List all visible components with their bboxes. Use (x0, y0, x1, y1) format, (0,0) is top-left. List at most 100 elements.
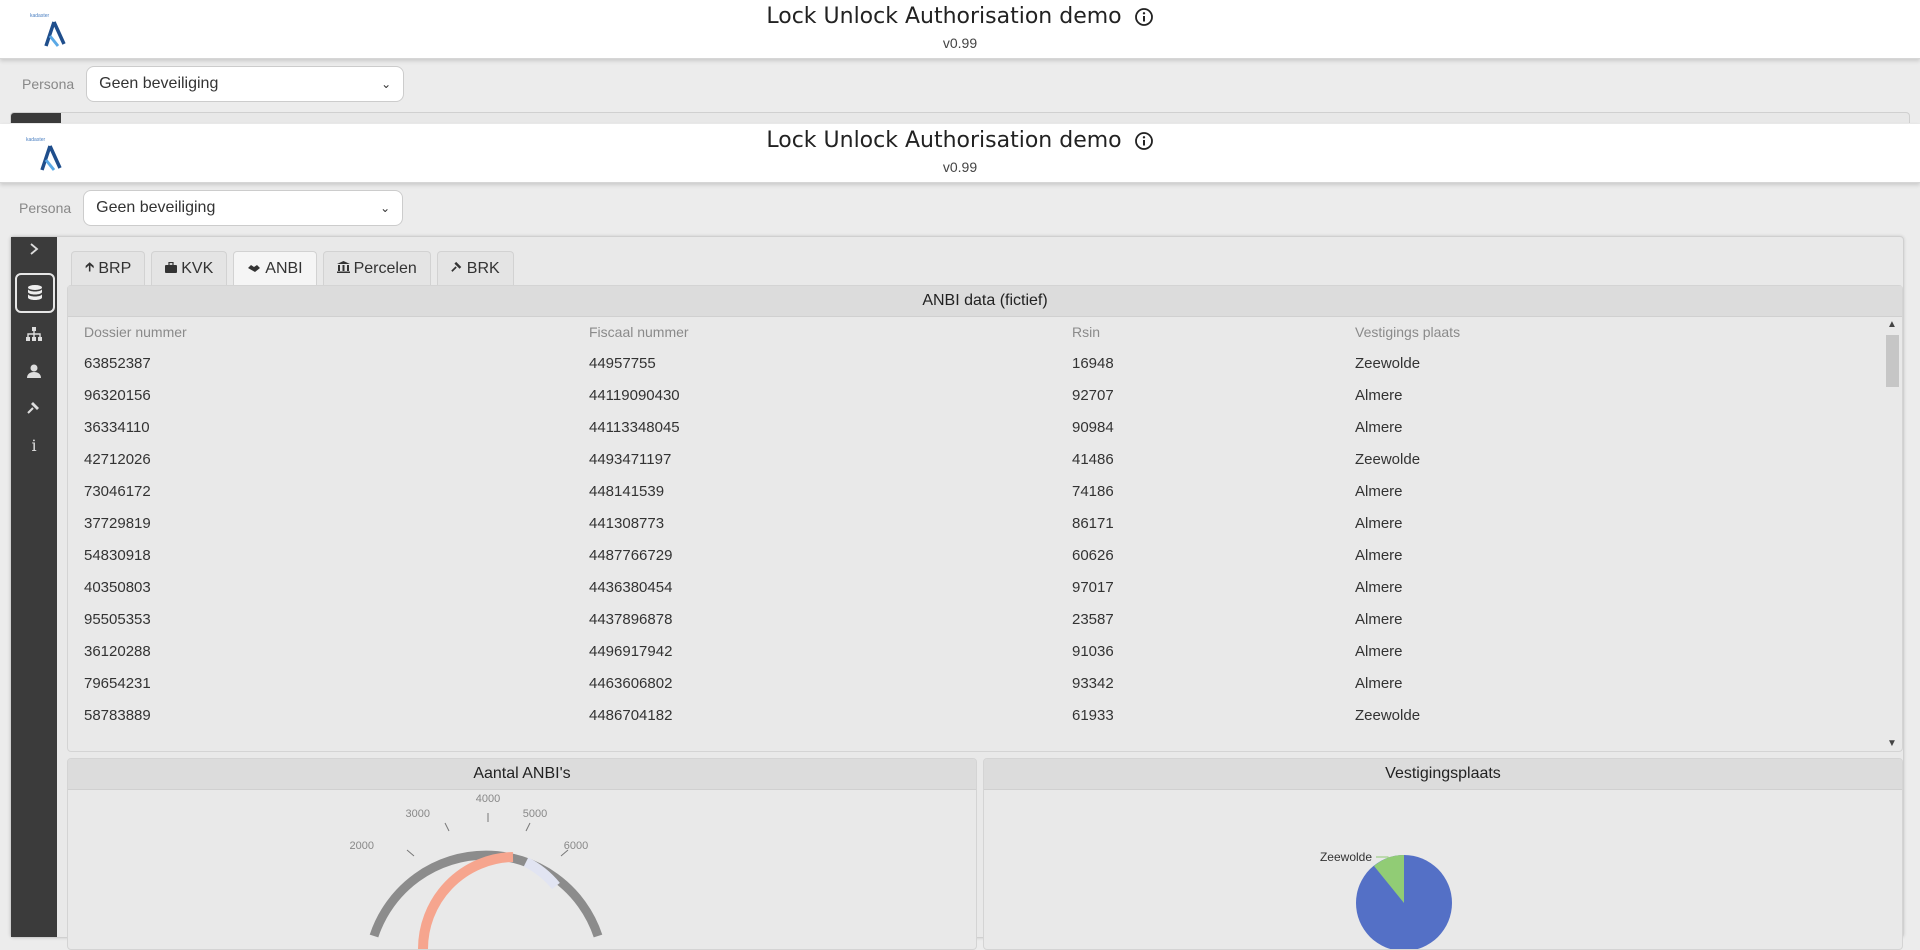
vestigingsplaats-title: Vestigingsplaats (984, 759, 1902, 790)
table-row[interactable]: 96320156 44119090430 92707 Almere (68, 379, 1884, 411)
tab-brk[interactable]: BRK (436, 251, 514, 285)
table-row[interactable]: 95505353 4437896878 23587 Almere (68, 603, 1884, 635)
background-app: kadaster Lock Unlock Authorisation demo … (0, 0, 1920, 123)
database-icon (28, 285, 42, 300)
table-cell: Almere (1355, 386, 1403, 404)
table-cell: 63852387 (84, 354, 151, 372)
table-cell: 448141539 (589, 482, 665, 500)
tab-brp[interactable]: 🡱 BRP (71, 251, 146, 285)
gauge-tick-label: 2000 (350, 840, 374, 852)
info-icon[interactable] (1134, 131, 1154, 151)
svg-text:kadaster: kadaster (26, 137, 46, 143)
gauge-arc (369, 850, 603, 938)
table-cell: 44957755 (589, 354, 656, 372)
table-cell: 16948 (1072, 354, 1114, 372)
table-cell: Almere (1355, 418, 1403, 436)
table-cell: 79654231 (84, 674, 151, 692)
table-cell: 60626 (1072, 546, 1114, 564)
tab-label: BRK (466, 259, 500, 277)
scrollbar-thumb[interactable] (1886, 335, 1899, 387)
persona-label: Persona (19, 200, 72, 216)
table-cell: 40350803 (84, 578, 151, 596)
table-cell: 4436380454 (589, 578, 673, 596)
column-header[interactable]: Rsin (1056, 317, 1339, 347)
persona-row: Persona Geen beveiliging ⌄ (0, 59, 1920, 109)
anbi-table-title: ANBI data (fictief) (68, 286, 1902, 317)
table-cell: 23587 (1072, 610, 1114, 628)
table-cell: 73046172 (84, 482, 151, 500)
table-cell: Almere (1355, 674, 1403, 692)
table-row[interactable]: 79654231 4463606802 93342 Almere (68, 667, 1884, 699)
table-row[interactable]: 54830918 4487766729 60626 Almere (68, 539, 1884, 571)
table-cell: 4487766729 (589, 546, 673, 564)
table-row[interactable]: 63852387 44957755 16948 Zeewolde (68, 347, 1884, 379)
column-header[interactable]: Fiscaal nummer (573, 317, 1056, 347)
sidebar-item-tools[interactable] (15, 389, 53, 427)
tab-kvk[interactable]: KVK (151, 251, 228, 285)
table-cell: 90984 (1072, 418, 1114, 436)
table-cell: 97017 (1072, 578, 1114, 596)
anbi-count-title: Aantal ANBI's (68, 759, 976, 790)
persona-select[interactable]: Geen beveiliging ⌄ (86, 66, 405, 102)
tab-anbi[interactable]: ANBI (233, 251, 317, 285)
table-cell: Almere (1355, 546, 1403, 564)
info-icon[interactable] (1134, 7, 1154, 27)
header-bar: kadaster Lock Unlock Authorisation demo … (0, 124, 1920, 183)
app-title-text: Lock Unlock Authorisation demo (766, 128, 1122, 153)
table-cell: 4463606802 (589, 674, 673, 692)
column-header[interactable]: Dossier nummer (68, 317, 573, 347)
kadaster-logo: kadaster (30, 13, 66, 47)
table-cell: 441308773 (589, 514, 665, 532)
sidebar-item-user[interactable] (15, 352, 53, 390)
scroll-up-icon[interactable]: ▲ (1887, 319, 1897, 330)
chevron-down-icon: ⌄ (380, 201, 391, 215)
table-row[interactable]: 58783889 4486704182 61933 Zeewolde (68, 699, 1884, 731)
table-row[interactable]: 37729819 441308773 86171 Almere (68, 507, 1884, 539)
tab-bar: 🡱 BRP KVK ANBI Percelen BRK (71, 251, 514, 285)
table-scrollbar[interactable]: ▲ ▼ (1884, 317, 1900, 751)
arrow-up-icon: 🡱 (85, 258, 95, 274)
tab-label: ANBI (265, 259, 303, 277)
table-row[interactable]: 42712026 4493471197 41486 Zeewolde (68, 443, 1884, 475)
persona-row: Persona Geen beveiliging ⌄ (0, 183, 1920, 233)
table-cell: 44113348045 (589, 418, 680, 436)
sidebar-item-structure[interactable] (15, 315, 53, 353)
pie-label: Zeewolde (1320, 850, 1372, 864)
table-header-row: Dossier nummer Fiscaal nummer Rsin Vesti… (68, 317, 1884, 347)
table-row[interactable]: 36120288 4496917942 91036 Almere (68, 635, 1884, 667)
table-cell: 42712026 (84, 450, 151, 468)
app: kadaster Lock Unlock Authorisation demo … (0, 124, 1920, 950)
persona-select[interactable]: Geen beveiliging ⌄ (83, 190, 404, 226)
table-row[interactable]: 73046172 448141539 74186 Almere (68, 475, 1884, 507)
table-cell: 93342 (1072, 674, 1114, 692)
sitemap-icon (26, 327, 42, 341)
table-cell: 95505353 (84, 610, 151, 628)
table-row[interactable]: 36334110 44113348045 90984 Almere (68, 411, 1884, 443)
table-cell: Almere (1355, 610, 1403, 628)
table-cell: 41486 (1072, 450, 1114, 468)
app-title: Lock Unlock Authorisation demo (766, 4, 1153, 29)
sidebar-item-info[interactable]: i (15, 426, 53, 464)
main-frame-edge (10, 112, 1910, 123)
tab-percelen[interactable]: Percelen (322, 251, 431, 285)
scroll-down-icon[interactable]: ▼ (1887, 738, 1897, 749)
expand-sidebar-icon[interactable] (15, 237, 53, 261)
table-row[interactable]: 40350803 4436380454 97017 Almere (68, 571, 1884, 603)
anbi-table-card: ANBI data (fictief) Dossier nummer Fisca… (67, 285, 1903, 752)
table-cell: 36120288 (84, 642, 151, 660)
table-cell: Almere (1355, 514, 1403, 532)
table-cell: 44119090430 (589, 386, 680, 404)
chevron-down-icon: ⌄ (381, 77, 392, 91)
sidebar-item-data[interactable] (15, 273, 55, 313)
table-cell: 37729819 (84, 514, 151, 532)
anbi-table-scroll[interactable]: Dossier nummer Fiscaal nummer Rsin Vesti… (68, 317, 1884, 751)
hammer-icon (27, 402, 39, 414)
table-cell: Almere (1355, 642, 1403, 660)
table-cell: 4437896878 (589, 610, 673, 628)
user-icon (27, 364, 41, 378)
info-icon: i (31, 435, 37, 455)
column-header[interactable]: Vestigings plaats (1339, 317, 1884, 347)
table-cell: 54830918 (84, 546, 151, 564)
persona-label: Persona (22, 76, 75, 92)
table-cell: 92707 (1072, 386, 1114, 404)
